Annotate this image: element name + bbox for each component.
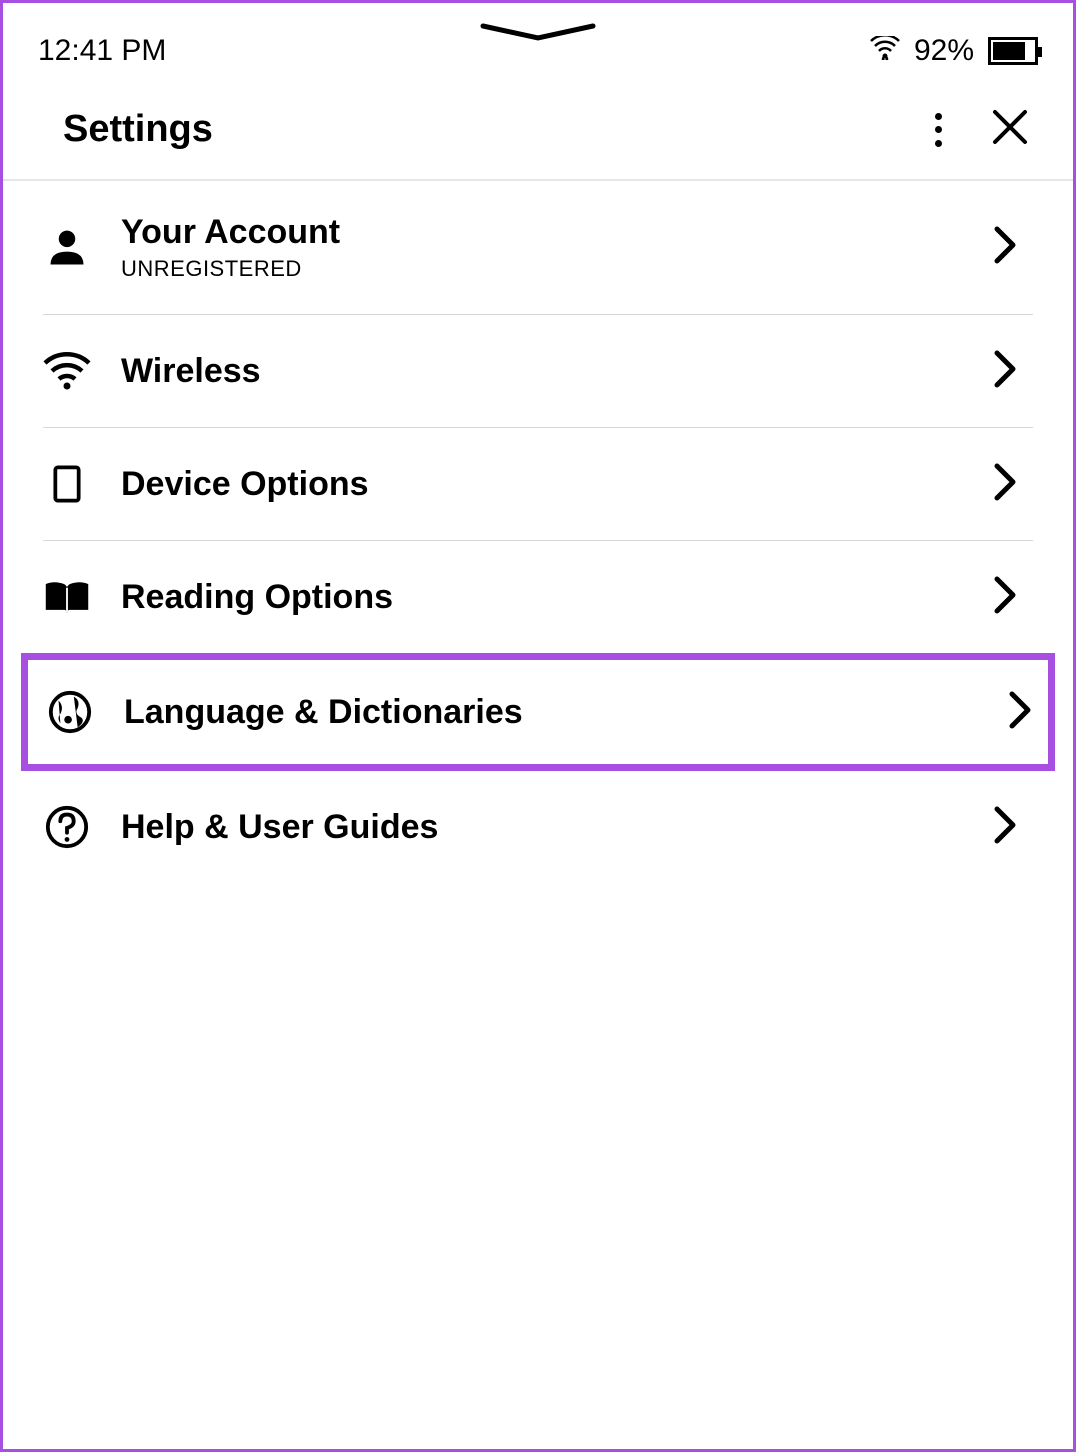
person-icon <box>43 224 91 272</box>
status-time: 12:41 PM <box>38 34 166 68</box>
help-icon <box>43 803 91 851</box>
menu-label: Wireless <box>121 352 962 391</box>
chevron-right-icon <box>992 349 1018 394</box>
battery-icon <box>988 37 1038 65</box>
close-button[interactable] <box>992 109 1028 150</box>
chevron-right-icon <box>992 805 1018 850</box>
menu-sublabel: UNREGISTERED <box>121 256 962 282</box>
menu-item-your-account[interactable]: Your Account UNREGISTERED <box>43 181 1033 315</box>
book-icon <box>43 573 91 621</box>
chevron-right-icon <box>992 462 1018 507</box>
chevron-right-icon <box>992 575 1018 620</box>
page-title: Settings <box>63 108 213 151</box>
more-options-button[interactable] <box>934 113 942 147</box>
pull-down-handle[interactable] <box>478 21 598 45</box>
battery-percentage: 92% <box>914 34 974 68</box>
page-header: Settings <box>3 78 1073 181</box>
menu-item-device-options[interactable]: Device Options <box>43 428 1033 541</box>
menu-label: Your Account <box>121 213 962 252</box>
wifi-icon <box>870 36 900 65</box>
menu-label: Language & Dictionaries <box>124 693 977 732</box>
wifi-icon <box>43 347 91 395</box>
tablet-icon <box>43 460 91 508</box>
chevron-right-icon <box>992 225 1018 270</box>
menu-item-language-dictionaries[interactable]: Language & Dictionaries <box>21 653 1055 771</box>
chevron-right-icon <box>1007 690 1033 735</box>
settings-menu: Your Account UNREGISTERED Wireless <box>3 181 1073 883</box>
menu-label: Help & User Guides <box>121 808 962 847</box>
menu-label: Device Options <box>121 465 962 504</box>
globe-icon <box>46 688 94 736</box>
status-right: 92% <box>870 34 1038 68</box>
menu-item-wireless[interactable]: Wireless <box>43 315 1033 428</box>
menu-label: Reading Options <box>121 578 962 617</box>
menu-item-help[interactable]: Help & User Guides <box>43 771 1033 883</box>
menu-item-reading-options[interactable]: Reading Options <box>43 541 1033 653</box>
